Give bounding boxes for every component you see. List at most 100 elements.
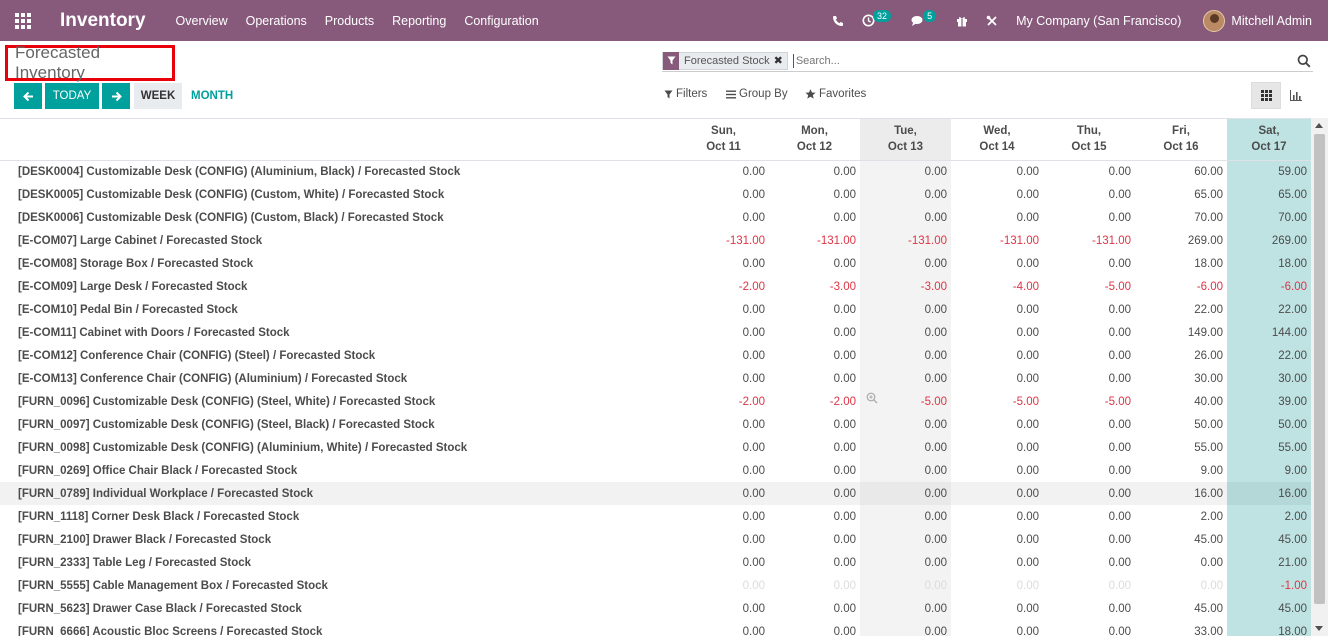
table-cell[interactable]: 0.00 — [678, 367, 769, 390]
table-cell[interactable]: 2.00 — [1135, 505, 1227, 528]
table-cell[interactable]: 0.00 — [860, 436, 951, 459]
table-cell[interactable]: 0.00 — [678, 160, 769, 183]
table-cell[interactable]: 0.00 — [678, 298, 769, 321]
table-cell[interactable]: 269.00 — [1227, 229, 1311, 252]
table-cell[interactable]: 39.00 — [1227, 390, 1311, 413]
table-cell[interactable]: 0.00 — [860, 344, 951, 367]
table-cell[interactable]: 18.00 — [1227, 252, 1311, 275]
table-cell[interactable]: 0.00 — [860, 551, 951, 574]
table-row[interactable]: [FURN_6666] Acoustic Bloc Screens / Fore… — [0, 620, 1311, 636]
table-row[interactable]: [FURN_0096] Customizable Desk (CONFIG) (… — [0, 390, 1311, 413]
table-cell[interactable]: 0.00 — [678, 344, 769, 367]
row-header[interactable]: [E-COM09] Large Desk / Forecasted Stock — [0, 275, 678, 298]
table-cell[interactable]: 65.00 — [1227, 183, 1311, 206]
table-cell[interactable]: 0.00 — [1043, 505, 1135, 528]
table-cell[interactable]: 45.00 — [1227, 597, 1311, 620]
phone-icon[interactable] — [832, 15, 844, 27]
table-cell[interactable]: -4.00 — [951, 275, 1043, 298]
table-cell[interactable]: 0.00 — [951, 160, 1043, 183]
table-cell[interactable]: 40.00 — [1135, 390, 1227, 413]
table-cell[interactable]: 0.00 — [860, 482, 951, 505]
table-cell[interactable]: 0.00 — [769, 597, 860, 620]
group-by-button[interactable]: Group By — [726, 88, 788, 100]
table-cell[interactable]: 0.00 — [1043, 298, 1135, 321]
table-cell[interactable]: 0.00 — [860, 160, 951, 183]
table-cell[interactable]: 0.00 — [951, 413, 1043, 436]
row-header[interactable]: [FURN_2333] Table Leg / Forecasted Stock — [0, 551, 678, 574]
table-cell[interactable]: 60.00 — [1135, 160, 1227, 183]
table-cell[interactable]: 0.00 — [1043, 436, 1135, 459]
table-cell[interactable]: 0.00 — [1043, 574, 1135, 597]
table-cell[interactable]: 55.00 — [1227, 436, 1311, 459]
row-header[interactable]: [FURN_0269] Office Chair Black / Forecas… — [0, 459, 678, 482]
table-cell[interactable]: 0.00 — [860, 505, 951, 528]
table-cell[interactable]: 0.00 — [678, 459, 769, 482]
table-cell[interactable]: 16.00 — [1227, 482, 1311, 505]
menu-operations[interactable]: Operations — [246, 14, 307, 28]
table-cell[interactable]: 0.00 — [1135, 551, 1227, 574]
table-row[interactable]: [FURN_0269] Office Chair Black / Forecas… — [0, 459, 1311, 482]
table-cell[interactable]: 0.00 — [951, 252, 1043, 275]
table-cell[interactable]: 0.00 — [678, 183, 769, 206]
table-cell[interactable]: 0.00 — [860, 321, 951, 344]
app-title[interactable]: Inventory — [60, 10, 146, 32]
table-cell[interactable]: 0.00 — [1043, 413, 1135, 436]
table-cell[interactable]: 59.00 — [1227, 160, 1311, 183]
table-row[interactable]: [FURN_2333] Table Leg / Forecasted Stock… — [0, 551, 1311, 574]
table-cell[interactable]: 0.00 — [951, 482, 1043, 505]
table-cell[interactable]: 0.00 — [1043, 252, 1135, 275]
menu-overview[interactable]: Overview — [176, 14, 228, 28]
table-cell[interactable]: 0.00 — [1043, 206, 1135, 229]
table-cell[interactable]: 0.00 — [769, 528, 860, 551]
month-button[interactable]: MONTH — [191, 83, 233, 109]
table-row[interactable]: [FURN_1118] Corner Desk Black / Forecast… — [0, 505, 1311, 528]
table-cell[interactable]: 0.00 — [1043, 551, 1135, 574]
menu-products[interactable]: Products — [325, 14, 374, 28]
table-cell[interactable]: -3.00 — [769, 275, 860, 298]
table-row[interactable]: [E-COM07] Large Cabinet / Forecasted Sto… — [0, 229, 1311, 252]
row-header[interactable]: [FURN_0097] Customizable Desk (CONFIG) (… — [0, 413, 678, 436]
table-cell[interactable]: 0.00 — [1043, 183, 1135, 206]
table-cell[interactable]: 0.00 — [951, 620, 1043, 636]
row-header[interactable]: [E-COM11] Cabinet with Doors / Forecaste… — [0, 321, 678, 344]
column-header[interactable]: Fri, Oct 16 — [1135, 119, 1227, 161]
search-icon[interactable] — [1297, 54, 1311, 68]
table-cell[interactable]: 0.00 — [860, 413, 951, 436]
scroll-down-arrow[interactable] — [1315, 626, 1323, 631]
table-cell[interactable]: 0.00 — [951, 344, 1043, 367]
table-cell[interactable]: 0.00 — [1043, 321, 1135, 344]
zoom-in-icon[interactable] — [866, 392, 878, 404]
table-cell[interactable]: 0.00 — [860, 574, 951, 597]
table-cell[interactable]: 149.00 — [1135, 321, 1227, 344]
table-cell[interactable]: 18.00 — [1227, 620, 1311, 636]
row-header[interactable]: [DESK0006] Customizable Desk (CONFIG) (C… — [0, 206, 678, 229]
table-cell[interactable]: 0.00 — [1043, 620, 1135, 636]
table-cell[interactable]: 0.00 — [951, 321, 1043, 344]
debug-tools-icon[interactable] — [986, 15, 998, 27]
table-cell[interactable]: 0.00 — [951, 597, 1043, 620]
table-cell[interactable]: 0.00 — [1043, 344, 1135, 367]
table-cell[interactable]: 0.00 — [860, 597, 951, 620]
row-header[interactable]: [FURN_5555] Cable Management Box / Forec… — [0, 574, 678, 597]
favorites-button[interactable]: Favorites — [805, 88, 866, 100]
row-header[interactable]: [DESK0004] Customizable Desk (CONFIG) (A… — [0, 160, 678, 183]
table-cell[interactable]: -6.00 — [1227, 275, 1311, 298]
facet-remove-icon[interactable]: ✖ — [774, 54, 787, 67]
apps-menu-icon[interactable] — [0, 0, 46, 41]
table-cell[interactable]: 16.00 — [1135, 482, 1227, 505]
today-button[interactable]: TODAY — [45, 83, 99, 109]
previous-button[interactable] — [14, 83, 42, 109]
table-cell[interactable]: 0.00 — [951, 436, 1043, 459]
table-cell[interactable]: 70.00 — [1227, 206, 1311, 229]
table-cell[interactable]: 0.00 — [951, 551, 1043, 574]
table-cell[interactable]: 0.00 — [769, 183, 860, 206]
table-cell[interactable]: 0.00 — [860, 459, 951, 482]
table-cell[interactable]: -131.00 — [860, 229, 951, 252]
table-cell[interactable]: 0.00 — [769, 321, 860, 344]
table-cell[interactable]: 22.00 — [1227, 298, 1311, 321]
table-cell[interactable]: -2.00 — [678, 275, 769, 298]
table-cell[interactable]: 0.00 — [769, 459, 860, 482]
table-row[interactable]: [DESK0004] Customizable Desk (CONFIG) (A… — [0, 160, 1311, 183]
table-cell[interactable]: 0.00 — [951, 206, 1043, 229]
table-cell[interactable]: 0.00 — [860, 183, 951, 206]
